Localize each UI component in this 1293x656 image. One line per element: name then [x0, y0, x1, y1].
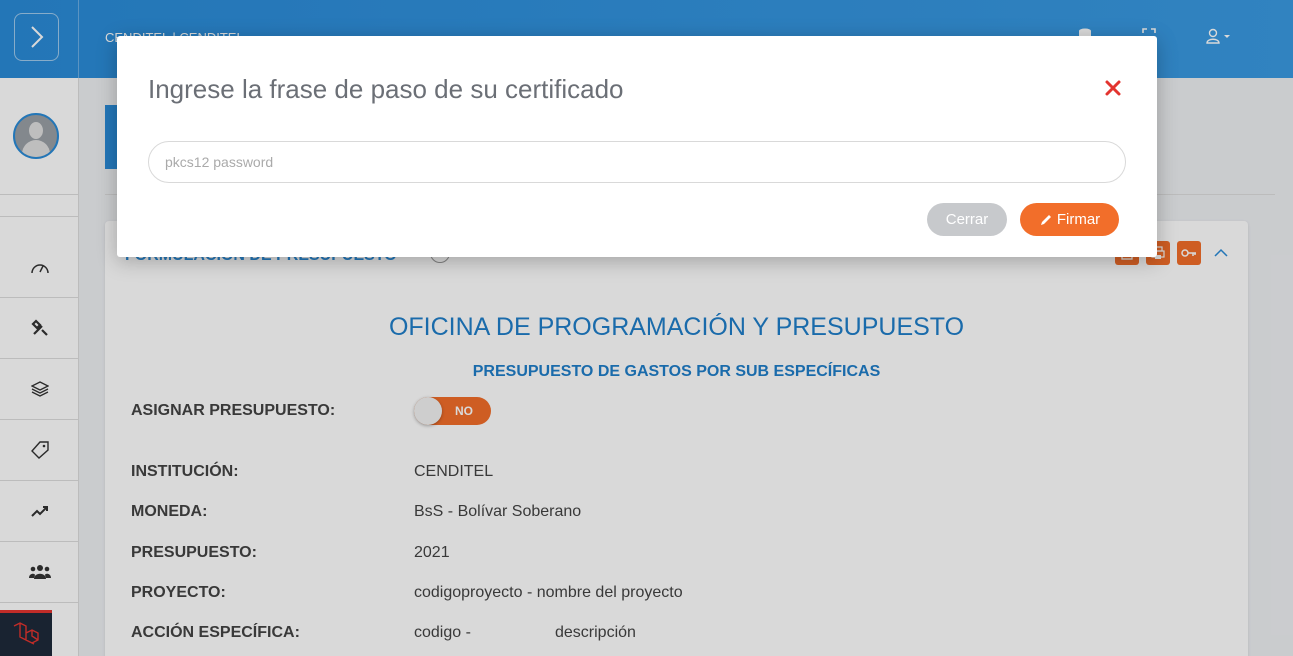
modal-title: Ingrese la frase de paso de su certifica… — [148, 74, 624, 104]
passphrase-modal: Ingrese la frase de paso de su certifica… — [117, 36, 1157, 257]
close-icon[interactable] — [1103, 78, 1123, 98]
pencil-icon — [1040, 214, 1051, 225]
sign-button[interactable]: Firmar — [1020, 203, 1119, 236]
sign-button-label: Firmar — [1056, 211, 1101, 228]
passphrase-input[interactable] — [148, 141, 1126, 183]
cancel-button[interactable]: Cerrar — [927, 203, 1007, 236]
